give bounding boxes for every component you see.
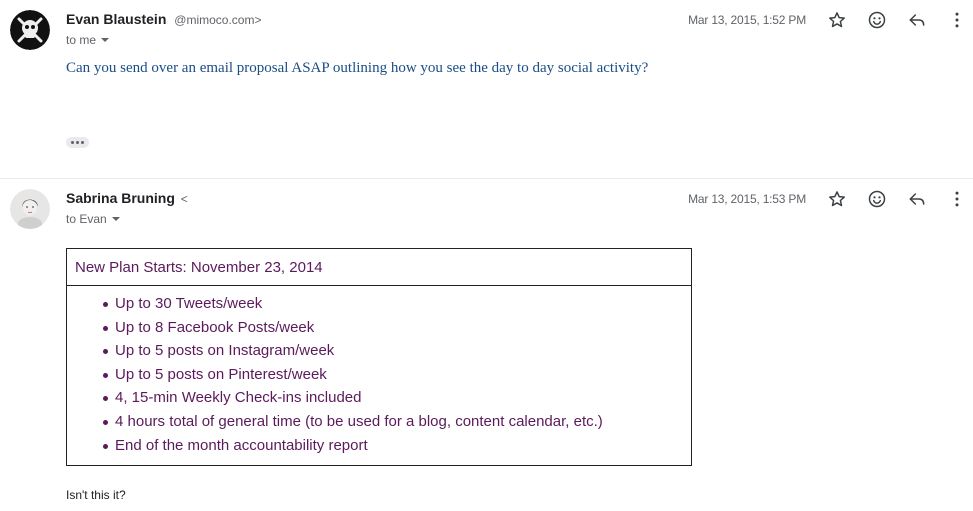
message-date: Mar 13, 2015, 1:53 PM xyxy=(688,192,806,206)
plan-item: 4 hours total of general time (to be use… xyxy=(103,410,691,434)
plan-title: New Plan Starts: November 23, 2014 xyxy=(66,248,692,286)
reply-button[interactable] xyxy=(905,8,929,32)
plan-item: Up to 5 posts on Instagram/week xyxy=(103,339,691,363)
emoji-reaction-icon xyxy=(868,190,886,208)
chevron-down-icon xyxy=(111,217,120,221)
plan-item: Up to 8 Facebook Posts/week xyxy=(103,316,691,340)
plan-item: Up to 30 Tweets/week xyxy=(103,292,691,316)
sender-avatar[interactable] xyxy=(10,189,50,229)
more-options-button[interactable] xyxy=(945,187,969,211)
reply-icon xyxy=(909,193,925,205)
message-date: Mar 13, 2015, 1:52 PM xyxy=(688,13,806,27)
sender-email: @mimoco.com> xyxy=(174,13,262,27)
plan-item: Up to 5 posts on Pinterest/week xyxy=(103,363,691,387)
plan-item: 4, 15-min Weekly Check-ins included xyxy=(103,386,691,410)
email-message-2: Sabrina Bruning < to Evan Mar 13, 2015, … xyxy=(0,179,973,511)
email-message-1: Evan Blaustein @mimoco.com> to me Mar 13… xyxy=(0,0,973,179)
star-button[interactable] xyxy=(825,8,849,32)
emoji-reaction-icon xyxy=(868,11,886,29)
recipient-line: to me xyxy=(66,33,97,47)
show-trimmed-content-button[interactable] xyxy=(66,137,89,148)
sender-name[interactable]: Evan Blaustein xyxy=(66,11,166,27)
emoji-reaction-button[interactable] xyxy=(865,187,889,211)
more-vert-icon xyxy=(955,191,959,207)
sender-info: Evan Blaustein @mimoco.com> xyxy=(66,11,261,27)
more-options-button[interactable] xyxy=(945,8,969,32)
recipient-dropdown[interactable]: to Evan xyxy=(66,212,121,226)
plan-items-cell: Up to 30 Tweets/week Up to 8 Facebook Po… xyxy=(66,284,692,467)
sender-name[interactable]: Sabrina Bruning xyxy=(66,190,175,206)
sender-avatar[interactable] xyxy=(10,10,50,50)
reply-button[interactable] xyxy=(905,187,929,211)
sender-email: < xyxy=(180,192,188,206)
recipient-dropdown[interactable]: to me xyxy=(66,33,110,47)
plan-item: End of the month accountability report xyxy=(103,434,691,458)
chevron-down-icon xyxy=(101,38,110,42)
emoji-reaction-button[interactable] xyxy=(865,8,889,32)
plan-table: New Plan Starts: November 23, 2014 Up to… xyxy=(66,248,692,467)
plan-items-list: Up to 30 Tweets/week Up to 8 Facebook Po… xyxy=(67,292,691,457)
sender-info: Sabrina Bruning < xyxy=(66,190,188,206)
star-icon xyxy=(829,191,845,207)
star-button[interactable] xyxy=(825,187,849,211)
more-horiz-icon xyxy=(71,141,74,144)
recipient-line: to Evan xyxy=(66,212,107,226)
reply-icon xyxy=(909,14,925,26)
closing-line: Isn't this it? xyxy=(66,488,126,502)
message-body: Can you send over an email proposal ASAP… xyxy=(66,60,649,76)
star-icon xyxy=(829,12,845,28)
more-vert-icon xyxy=(955,12,959,28)
